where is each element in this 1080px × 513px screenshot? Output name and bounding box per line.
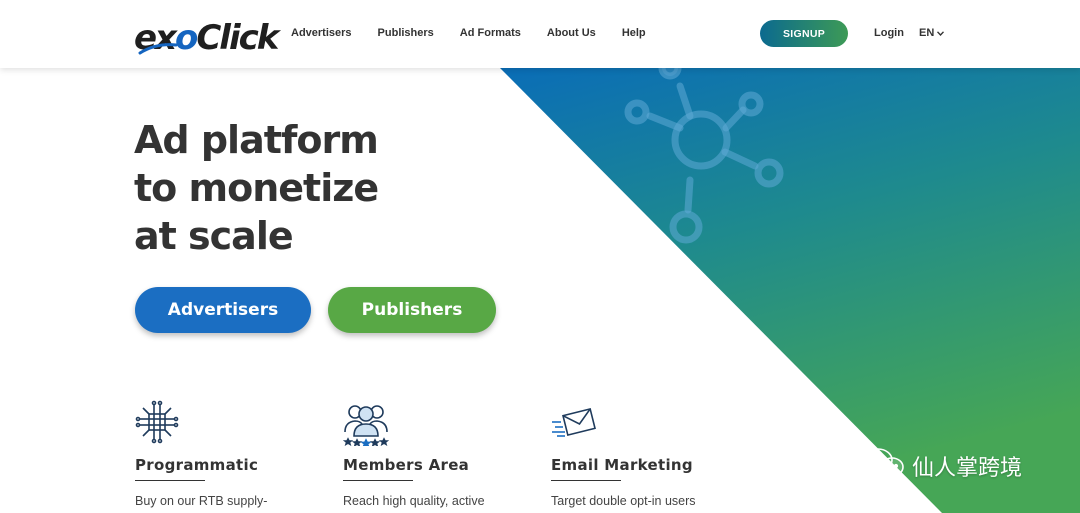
advertisers-cta-button[interactable]: Advertisers [135, 287, 311, 333]
envelope-icon [551, 400, 731, 446]
hero-title-line-1: Ad platform [134, 118, 379, 162]
feature-description: Reach high quality, active [343, 494, 485, 508]
feature-title: Programmatic [135, 456, 259, 474]
nav-ad-formats[interactable]: Ad Formats [460, 27, 521, 39]
hero-title: Ad platform to monetize at scale [134, 116, 379, 260]
signup-button[interactable]: SIGNUP [760, 20, 848, 47]
main-nav: Advertisers Publishers Ad Formats About … [291, 27, 672, 39]
users-group-icon [342, 400, 523, 449]
wechat-icon [862, 446, 906, 485]
feature-title: Email Marketing [551, 456, 693, 474]
hero-title-line-3: at scale [134, 214, 294, 258]
feature-divider [551, 480, 621, 481]
logo-swoosh-icon [138, 43, 178, 55]
site-header: exoClick Advertisers Publishers Ad Forma… [0, 0, 1080, 68]
nav-advertisers[interactable]: Advertisers [291, 27, 352, 39]
exoclick-logo[interactable]: exoClick [134, 13, 279, 58]
feature-divider [135, 480, 205, 481]
logo-o: o [175, 18, 198, 58]
nav-publishers[interactable]: Publishers [378, 27, 434, 39]
feature-members-area: Members Area Reach high quality, active [342, 400, 523, 508]
watermark: 仙人掌跨境 [862, 446, 1022, 485]
feature-email-marketing: Email Marketing Target double opt-in use… [551, 400, 731, 508]
hero-title-line-2: to monetize [134, 166, 379, 210]
feature-divider [343, 480, 413, 481]
feature-description: Target double opt-in users [551, 494, 696, 508]
chevron-down-icon [937, 30, 945, 36]
language-value: EN [919, 27, 935, 39]
login-link[interactable]: Login [874, 27, 904, 39]
nav-about-us[interactable]: About Us [547, 27, 596, 39]
logo-suffix: Click [196, 18, 279, 58]
publishers-cta-button[interactable]: Publishers [328, 287, 496, 333]
watermark-text: 仙人掌跨境 [912, 455, 1023, 481]
feature-description: Buy on our RTB supply- [135, 494, 268, 508]
feature-programmatic: Programmatic Buy on our RTB supply- [135, 400, 315, 508]
language-select[interactable]: EN [919, 27, 945, 39]
chip-icon [135, 400, 315, 446]
feature-title: Members Area [343, 456, 470, 474]
nav-help[interactable]: Help [622, 27, 646, 39]
